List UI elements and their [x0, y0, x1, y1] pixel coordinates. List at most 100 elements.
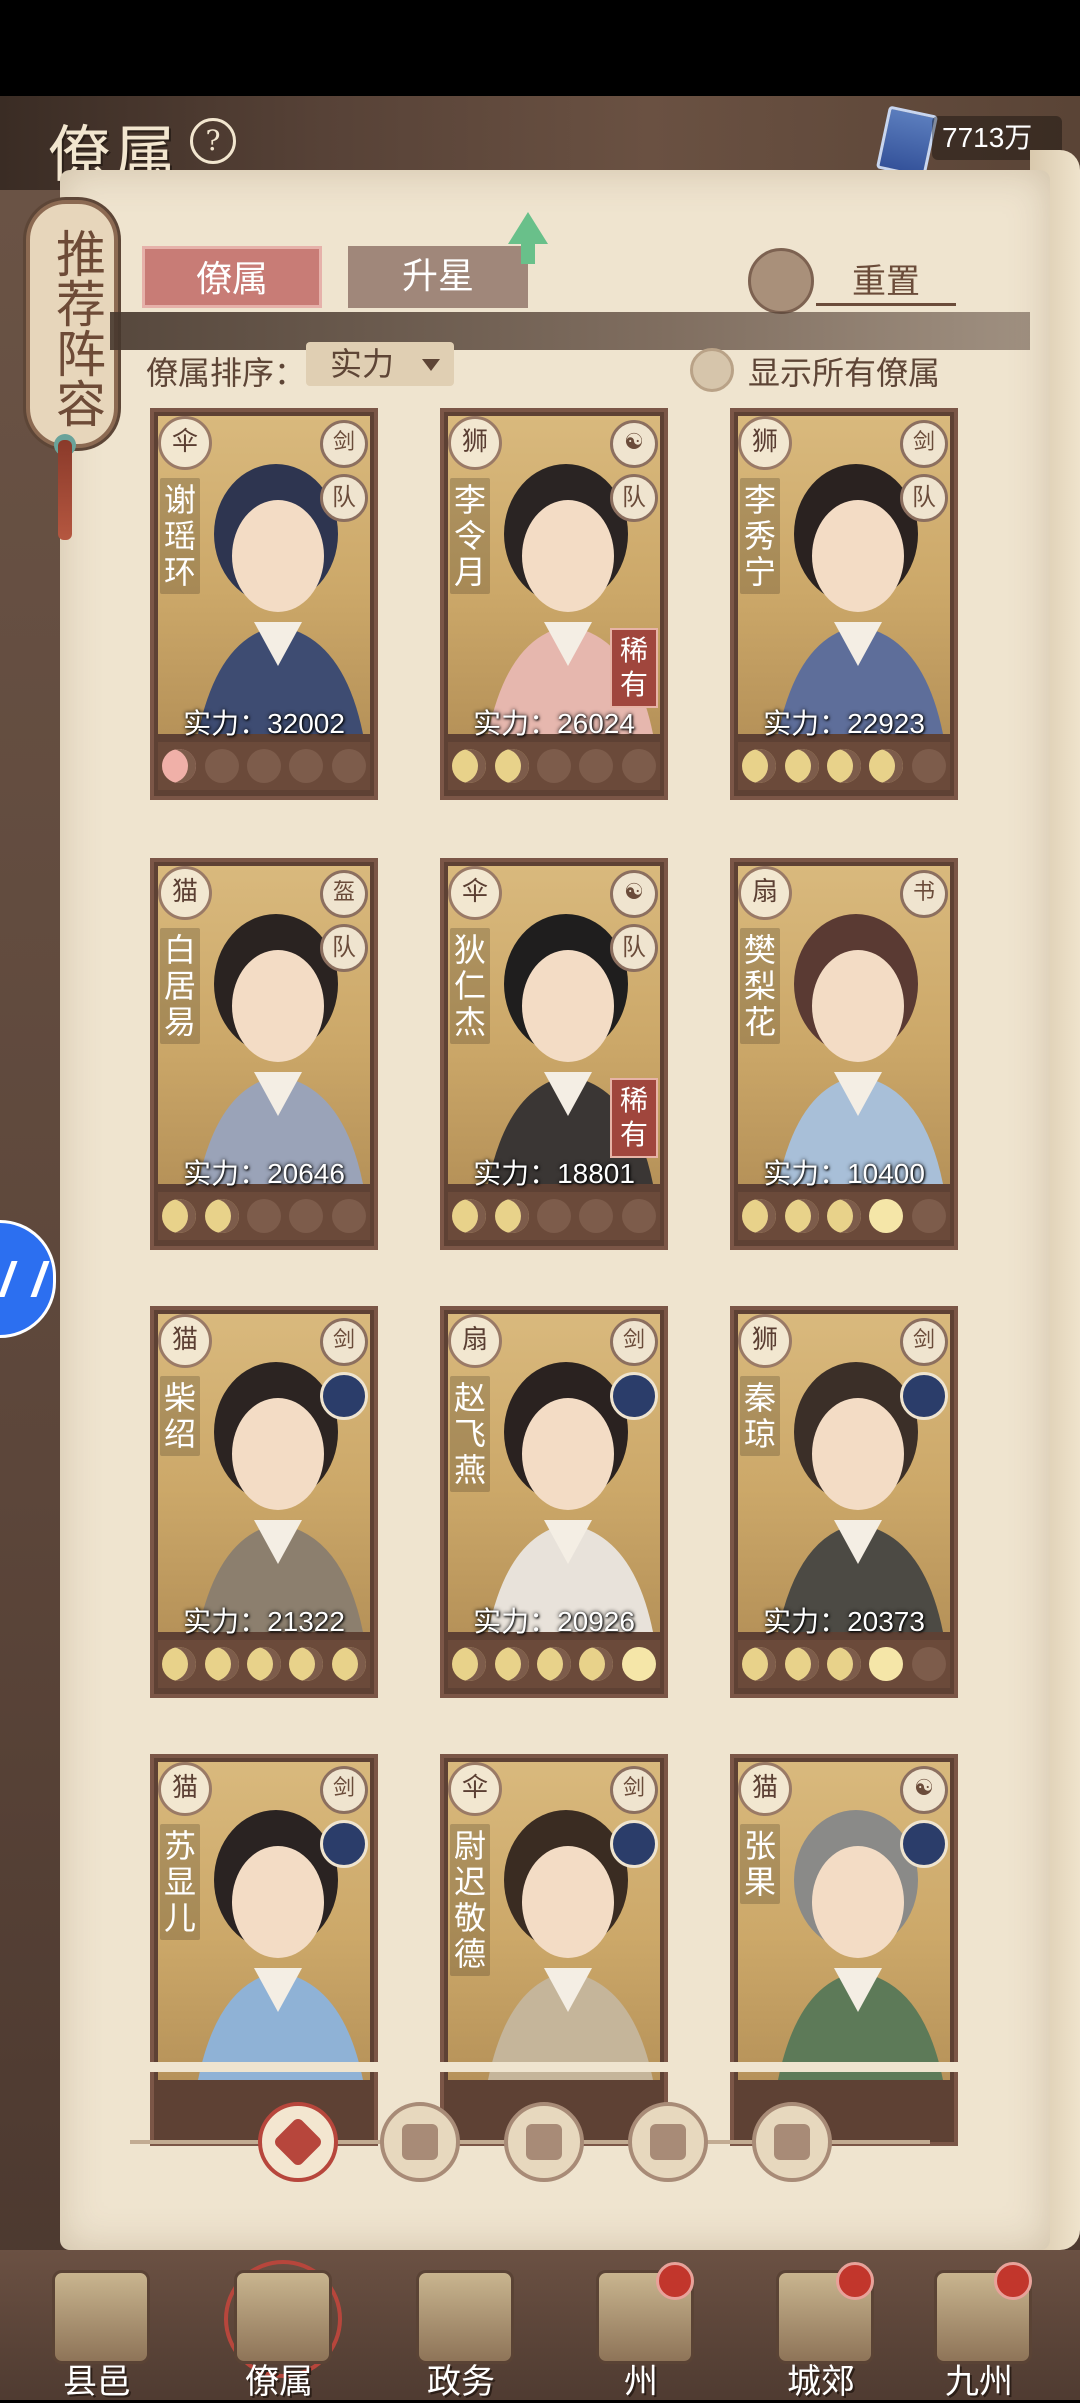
sort-dropdown[interactable]: 实力: [306, 342, 454, 386]
hero-power: 实力：20926: [473, 1606, 635, 1637]
star-rating: [448, 1640, 660, 1688]
moon-star-icon: [162, 749, 197, 783]
faction-icon: 猫: [158, 1314, 212, 1368]
moon-star-icon: [911, 749, 946, 783]
all-filter-button[interactable]: [258, 2102, 338, 2182]
star-rating: [738, 742, 950, 790]
moon-star-icon: [331, 1647, 366, 1681]
hero-card[interactable]: 伞 剑尉迟敬德: [440, 1754, 668, 2146]
rarity-badge: 稀有: [610, 628, 658, 708]
hero-name: 狄仁杰: [450, 928, 490, 1044]
hero-card[interactable]: 伞 ☯ 队 狄仁杰 稀有 实力：18801: [440, 858, 668, 1250]
hero-card[interactable]: 扇 书樊梨花 实力：10400: [730, 858, 958, 1250]
moon-star-icon: [331, 749, 366, 783]
moon-star-icon: [452, 1199, 487, 1233]
hero-card[interactable]: 猫 剑苏显儿: [150, 1754, 378, 2146]
hero-card[interactable]: 伞 剑队 谢瑶环 实力：32002: [150, 408, 378, 800]
faction-icon: 扇: [738, 866, 792, 920]
role-icon: 剑: [320, 420, 368, 468]
moon-star-icon: [452, 749, 487, 783]
moon-star-icon: [246, 749, 281, 783]
hero-name: 樊梨花: [740, 928, 780, 1044]
moon-star-icon: [742, 749, 777, 783]
moon-star-icon: [826, 1199, 861, 1233]
team-icon: 队: [610, 924, 658, 972]
nav-item[interactable]: 政务: [386, 2260, 536, 2402]
umbrella-filter-button[interactable]: [380, 2102, 460, 2182]
nav-label: 州: [624, 2362, 658, 2402]
nav-item[interactable]: 九州: [904, 2260, 1054, 2402]
moon-star-icon: [162, 1647, 197, 1681]
faction-icon: 猫: [158, 1762, 212, 1816]
moon-star-icon: [579, 1647, 614, 1681]
moon-star-icon: [784, 1199, 819, 1233]
moon-star-icon: [621, 749, 656, 783]
hero-power: 实力：21322: [183, 1606, 345, 1637]
hero-card[interactable]: 扇 剑赵飞燕 实力：20926: [440, 1306, 668, 1698]
hero-name: 谢瑶环: [160, 478, 200, 594]
star-rating: [738, 1192, 950, 1240]
help-icon[interactable]: ?: [190, 118, 236, 164]
hero-card[interactable]: 狮 剑队 李秀宁 实力：22923: [730, 408, 958, 800]
faction-icon: 伞: [448, 1762, 502, 1816]
moon-star-icon: [579, 749, 614, 783]
nav-icon: [416, 2270, 514, 2364]
moon-star-icon: [289, 749, 324, 783]
moon-star-icon: [536, 749, 571, 783]
moon-star-icon: [536, 1199, 571, 1233]
faction-icon: 猫: [158, 866, 212, 920]
moon-star-icon: [246, 1647, 281, 1681]
moon-star-icon: [204, 749, 239, 783]
moon-star-icon: [246, 1199, 281, 1233]
moon-star-icon: [204, 1199, 239, 1233]
show-all-label[interactable]: 显示所有僚属: [748, 348, 940, 394]
role-icon: 剑: [900, 420, 948, 468]
notification-dot: [994, 2262, 1032, 2300]
recommend-lineup-button[interactable]: 推荐阵容: [26, 200, 118, 448]
faction-icon: 扇: [448, 1314, 502, 1368]
role-icon: 剑: [320, 1318, 368, 1366]
hero-card[interactable]: 猫 盔队 白居易 实力：20646: [150, 858, 378, 1250]
notification-dot: [656, 2262, 694, 2300]
cat-filter-button[interactable]: [504, 2102, 584, 2182]
lion-filter-button[interactable]: [752, 2102, 832, 2182]
partner-avatar-icon: [610, 1372, 658, 1420]
nav-item[interactable]: 县邑: [22, 2260, 172, 2402]
role-icon: 剑: [610, 1766, 658, 1814]
moon-star-icon: [784, 1647, 819, 1681]
hero-name: 张果: [740, 1824, 780, 1904]
faction-icon: 狮: [738, 1314, 792, 1368]
nav-icon: [52, 2270, 150, 2364]
reset-button[interactable]: 重置: [816, 254, 956, 306]
show-all-toggle[interactable]: [690, 348, 734, 392]
role-icon: 剑: [900, 1318, 948, 1366]
moon-star-icon: [289, 1647, 324, 1681]
role-icon: 盔: [320, 870, 368, 918]
star-rating: [158, 1192, 370, 1240]
nav-item[interactable]: 州: [566, 2260, 716, 2402]
role-icon: 书: [900, 870, 948, 918]
hero-power: 实力：18801: [473, 1158, 635, 1189]
hero-card[interactable]: 狮 ☯ 队 李令月 稀有 实力：26024: [440, 408, 668, 800]
moon-star-icon: [494, 749, 529, 783]
moon-star-icon: [911, 1199, 946, 1233]
role-icon: 剑: [610, 1318, 658, 1366]
tassel: [58, 440, 72, 540]
nav-item[interactable]: 城郊: [746, 2260, 896, 2402]
fan-filter-button[interactable]: [628, 2102, 708, 2182]
moon-star-icon: [331, 1199, 366, 1233]
hero-card[interactable]: 狮 剑秦琼 实力：20373: [730, 1306, 958, 1698]
moon-star-icon: [536, 1647, 571, 1681]
tab-star-up[interactable]: 升星: [348, 246, 528, 308]
reset-icon[interactable]: [748, 248, 814, 314]
faction-icon: 伞: [158, 416, 212, 470]
hero-card[interactable]: 猫 ☯ 张果: [730, 1754, 958, 2146]
team-icon: 队: [320, 924, 368, 972]
hero-card[interactable]: 猫 剑柴绍 实力：21322: [150, 1306, 378, 1698]
team-icon: 队: [320, 474, 368, 522]
faction-icon: 狮: [448, 416, 502, 470]
moon-star-icon: [742, 1199, 777, 1233]
nav-item[interactable]: 僚属: [204, 2260, 354, 2402]
tab-subordinates[interactable]: 僚属: [142, 246, 322, 308]
sort-selected-value: 实力: [330, 345, 395, 383]
